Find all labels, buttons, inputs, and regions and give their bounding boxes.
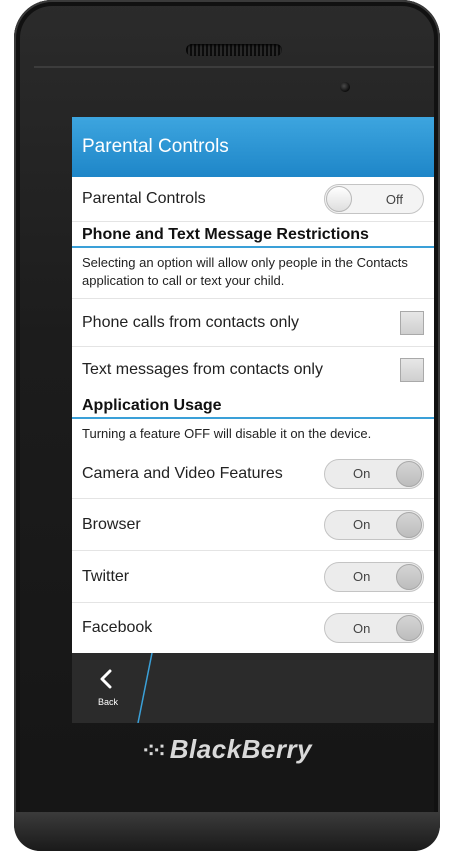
device-bottom-band <box>14 812 440 851</box>
bezel-rim <box>34 66 434 68</box>
parental-controls-row: Parental Controls Off <box>72 177 434 222</box>
app-section-note: Turning a feature OFF will disable it on… <box>82 426 372 441</box>
phone-section-heading: Phone and Text Message Restrictions <box>72 222 434 248</box>
toggle-state: On <box>353 517 371 532</box>
earpiece-speaker <box>186 44 282 56</box>
action-bar: Back <box>72 653 434 723</box>
twitter-toggle[interactable]: On <box>324 561 424 592</box>
toggle-knob <box>396 563 422 590</box>
phone-calls-checkbox[interactable] <box>400 310 424 335</box>
title-bar: Parental Controls <box>72 117 434 177</box>
facebook-toggle[interactable]: On <box>324 613 424 643</box>
text-messages-row: Text messages from contacts only <box>72 347 434 393</box>
camera-row: Camera and Video Features On <box>72 449 434 499</box>
facebook-row: Facebook On <box>72 603 434 653</box>
phone-device: Parental Controls Parental Controls Off … <box>14 0 440 851</box>
screen: Parental Controls Parental Controls Off … <box>72 117 434 723</box>
page-title: Parental Controls <box>82 136 229 157</box>
blackberry-logo-icon: ⁖⁖ <box>141 738 166 763</box>
toggle-state: On <box>353 569 371 584</box>
phone-section-note: Selecting an option will allow only peop… <box>72 248 434 299</box>
blackberry-logo: ⁖⁖ BlackBerry <box>14 734 440 765</box>
toggle-state: Off <box>385 191 403 207</box>
phone-calls-row: Phone calls from contacts only <box>72 299 434 347</box>
twitter-row: Twitter On <box>72 551 434 603</box>
back-chevron-icon <box>100 669 112 689</box>
app-section-heading: Application Usage <box>72 393 434 419</box>
text-messages-label: Text messages from contacts only <box>82 361 323 378</box>
parental-controls-toggle[interactable]: Off <box>324 184 424 214</box>
toggle-knob <box>326 186 352 212</box>
action-bar-divider <box>137 653 153 723</box>
text-messages-checkbox[interactable] <box>400 358 424 382</box>
toggle-knob <box>396 615 422 641</box>
toggle-state: On <box>353 620 371 636</box>
blackberry-wordmark: BlackBerry <box>169 734 313 764</box>
camera-toggle[interactable]: On <box>324 458 424 489</box>
browser-toggle[interactable]: On <box>324 509 424 540</box>
phone-calls-label: Phone calls from contacts only <box>82 313 299 331</box>
toggle-state: On <box>353 466 371 481</box>
browser-row: Browser On <box>72 499 434 551</box>
toggle-knob <box>396 460 422 487</box>
toggle-knob <box>396 511 422 538</box>
front-camera <box>340 82 350 92</box>
